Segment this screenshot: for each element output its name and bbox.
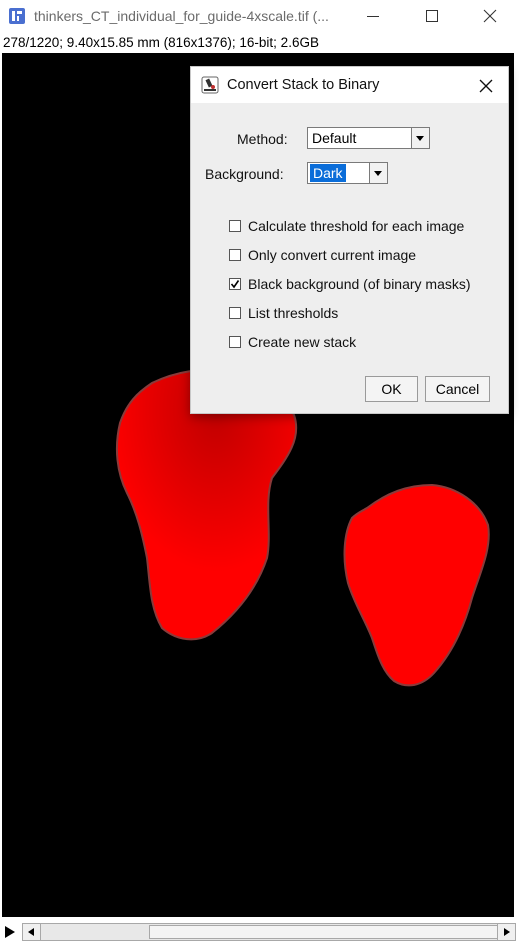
play-animation-icon[interactable] — [4, 925, 16, 939]
method-dropdown-arrow[interactable] — [411, 128, 429, 148]
checkbox-create-new-stack[interactable] — [229, 336, 241, 348]
dialog-title: Convert Stack to Binary — [227, 77, 380, 93]
microscope-icon — [201, 76, 219, 94]
checkbox-list-thresholds[interactable] — [229, 307, 241, 319]
background-select[interactable]: Dark — [307, 162, 388, 184]
background-label: Background: — [205, 166, 284, 182]
dialog-close-icon[interactable] — [475, 75, 497, 97]
minimize-icon — [367, 16, 379, 17]
ok-button[interactable]: OK — [365, 376, 418, 402]
stack-slider[interactable] — [22, 923, 516, 941]
checkbox-label-list-thresholds[interactable]: List thresholds — [248, 305, 338, 321]
chevron-right-icon — [504, 928, 510, 936]
method-value: Default — [312, 130, 357, 146]
binary-mask-region-right — [343, 483, 490, 687]
checkmark-icon — [230, 280, 240, 289]
checkbox-label-create-new-stack[interactable]: Create new stack — [248, 334, 356, 350]
close-button[interactable] — [460, 0, 518, 32]
scroll-right-button[interactable] — [497, 924, 515, 940]
stack-slider-row — [0, 918, 520, 946]
background-dropdown-arrow[interactable] — [369, 163, 387, 183]
method-select[interactable]: Default — [307, 127, 430, 149]
checkbox-label-black-background[interactable]: Black background (of binary masks) — [248, 276, 471, 292]
checkbox-calculate-threshold[interactable] — [229, 220, 241, 232]
maximize-icon — [426, 10, 438, 22]
checkbox-label-only-current[interactable]: Only convert current image — [248, 247, 416, 263]
close-icon — [483, 9, 497, 23]
checkbox-only-current[interactable] — [229, 249, 241, 261]
convert-stack-dialog: Convert Stack to Binary Method: Default … — [190, 66, 509, 414]
window-titlebar: thinkers_CT_individual_for_guide-4xscale… — [0, 0, 520, 32]
stack-slider-thumb[interactable] — [149, 925, 499, 939]
background-value: Dark — [309, 163, 347, 183]
checkbox-black-background[interactable] — [229, 278, 241, 290]
checkbox-label-calculate-threshold[interactable]: Calculate threshold for each image — [248, 218, 464, 234]
maximize-button[interactable] — [402, 0, 460, 32]
minimize-button[interactable] — [344, 0, 402, 32]
chevron-down-icon — [416, 136, 424, 141]
cancel-button[interactable]: Cancel — [425, 376, 490, 402]
imagej-app-icon — [9, 8, 25, 24]
chevron-left-icon — [28, 928, 34, 936]
chevron-down-icon — [374, 171, 382, 176]
method-label: Method: — [237, 131, 288, 147]
dialog-titlebar: Convert Stack to Binary — [191, 67, 508, 103]
scroll-left-button[interactable] — [23, 924, 41, 940]
window-title: thinkers_CT_individual_for_guide-4xscale… — [34, 8, 329, 24]
image-info: 278/1220; 9.40x15.85 mm (816x1376); 16-b… — [3, 35, 319, 50]
